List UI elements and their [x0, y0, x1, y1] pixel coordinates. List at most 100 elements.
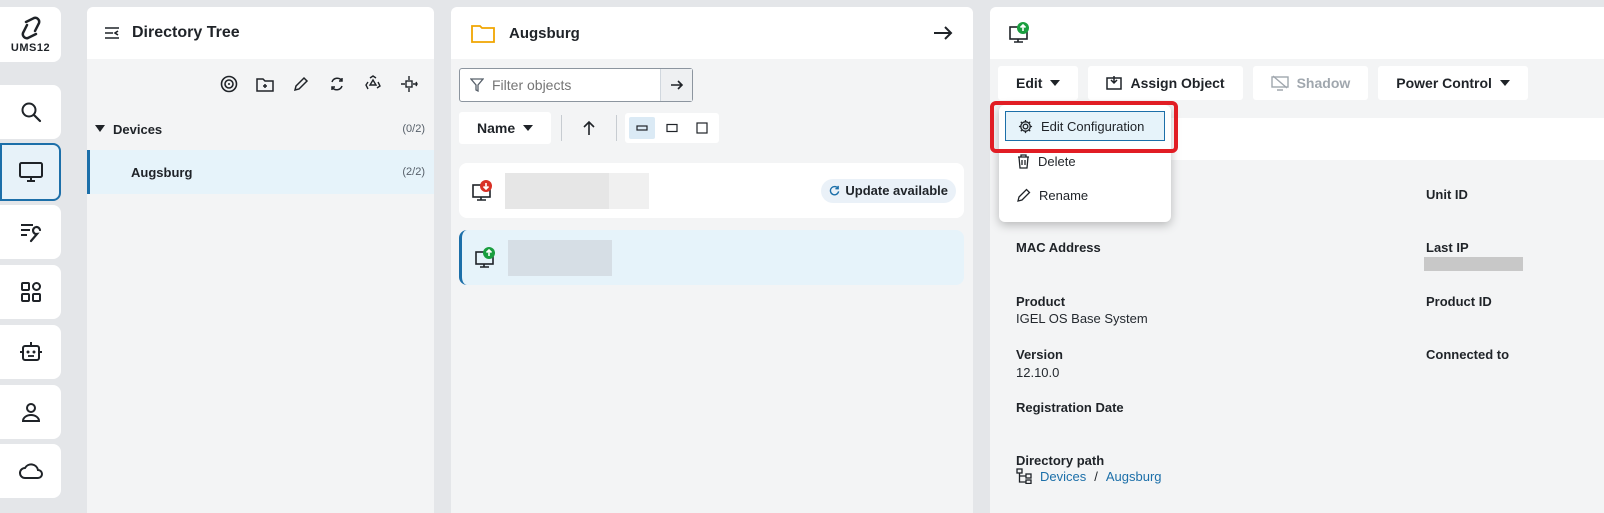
- caret-down-icon[interactable]: [95, 125, 105, 133]
- monitor-icon: [18, 162, 43, 182]
- assign-object-button[interactable]: Assign Object: [1088, 66, 1243, 100]
- view-medium-icon: [666, 123, 678, 133]
- update-available-badge: Update available: [821, 178, 956, 203]
- view-size-toggle: [625, 113, 720, 143]
- recycle-bin-icon[interactable]: [362, 73, 384, 95]
- view-small-button[interactable]: [629, 117, 656, 139]
- unit-id-label: Unit ID: [1426, 187, 1468, 202]
- path-link-augsburg[interactable]: Augsburg: [1106, 469, 1162, 484]
- tree-node-devices[interactable]: Devices (0/2): [87, 107, 434, 151]
- path-separator: /: [1094, 468, 1098, 484]
- nav-cloud[interactable]: [0, 444, 61, 498]
- list-body: Name Update available: [451, 59, 973, 513]
- move-icon[interactable]: [398, 73, 420, 95]
- folder-title: Augsburg: [509, 24, 580, 42]
- tree-node-count: (0/2): [402, 123, 425, 135]
- device-card-selected[interactable]: [459, 230, 964, 285]
- arrow-right-icon: [670, 80, 683, 90]
- registration-date-label: Registration Date: [1016, 400, 1124, 415]
- mac-address-label: MAC Address: [1016, 240, 1101, 255]
- divider: [616, 115, 618, 141]
- nav-devices[interactable]: [0, 143, 61, 201]
- edit-pencil-icon: [1017, 188, 1031, 202]
- menu-item-delete[interactable]: Delete: [1005, 146, 1165, 176]
- user-icon: [21, 403, 40, 422]
- view-medium-button[interactable]: [659, 117, 685, 139]
- trash-icon: [1018, 153, 1029, 169]
- detail-header: [990, 7, 1604, 59]
- directory-path-label: Directory path: [1016, 453, 1105, 468]
- nav-apps[interactable]: [0, 265, 61, 319]
- ums-logo-icon: [21, 16, 40, 39]
- directory-tree-panel: Directory Tree Devices (0/2) Augsburg (2…: [87, 7, 434, 513]
- shadow-label: Shadow: [1296, 75, 1351, 91]
- menu-item-rename[interactable]: Rename: [1005, 180, 1165, 210]
- nav-configuration[interactable]: [0, 205, 61, 259]
- caret-down-icon: [523, 125, 534, 131]
- shadow-icon: [1270, 75, 1289, 91]
- device-update-icon: [472, 179, 492, 201]
- tree-node-label: Devices: [113, 121, 163, 137]
- tree-header: Directory Tree: [87, 7, 434, 59]
- sort-direction-button[interactable]: [570, 112, 608, 144]
- divider: [561, 115, 563, 141]
- folder-icon: [471, 25, 495, 43]
- power-control-button[interactable]: Power Control: [1378, 66, 1528, 100]
- device-detail-panel: Edit Assign Object Shadow Power Control …: [990, 7, 1604, 513]
- redacted-device-detail: [609, 172, 649, 209]
- assign-label: Assign Object: [1130, 75, 1225, 91]
- view-small-icon: [636, 125, 648, 131]
- menu-item-label: Delete: [1038, 153, 1076, 169]
- nav-automation[interactable]: [0, 325, 61, 379]
- device-online-icon: [475, 246, 495, 268]
- edit-label: Edit: [1016, 75, 1043, 91]
- update-refresh-icon: [830, 185, 840, 196]
- badge-label: Update available: [845, 183, 948, 198]
- collapse-panel-icon[interactable]: [104, 26, 120, 40]
- view-large-button[interactable]: [689, 117, 715, 139]
- sort-field-button[interactable]: Name: [459, 112, 552, 144]
- sort-toolbar: Name: [459, 112, 720, 144]
- assign-object-icon: [1106, 76, 1123, 90]
- edit-menu-button[interactable]: Edit: [998, 66, 1079, 100]
- product-label: Product: [1016, 294, 1066, 309]
- detail-action-bar: Edit Assign Object Shadow Power Control: [998, 66, 1528, 100]
- device-online-icon: [1009, 22, 1029, 43]
- logo-text: UMS12: [10, 41, 51, 54]
- last-ip-label: Last IP: [1426, 240, 1469, 255]
- product-id-label: Product ID: [1426, 294, 1492, 309]
- filter-submit-button[interactable]: [660, 69, 692, 101]
- edit-pencil-icon[interactable]: [290, 73, 312, 95]
- filter-box: [459, 68, 693, 102]
- nav-search[interactable]: [0, 85, 61, 139]
- app-logo: UMS12: [0, 7, 61, 62]
- list-header: Augsburg: [451, 7, 973, 59]
- redacted-device-name: [505, 172, 609, 209]
- nav-users[interactable]: [0, 385, 61, 439]
- gear-icon: [1018, 119, 1033, 133]
- product-value: IGEL OS Base System: [1016, 311, 1148, 326]
- apps-grid-icon: [20, 282, 41, 302]
- redacted-device-name: [508, 239, 612, 276]
- navigation-rail: UMS12: [0, 7, 68, 513]
- search-icon: [21, 102, 41, 123]
- new-folder-icon[interactable]: [254, 73, 276, 95]
- caret-down-icon: [1499, 80, 1510, 86]
- version-value: 12.10.0: [1016, 365, 1060, 380]
- tree-node-augsburg[interactable]: Augsburg (2/2): [87, 150, 434, 194]
- filter-input[interactable]: [492, 77, 652, 93]
- tree-toolbar: [218, 73, 420, 95]
- target-icon[interactable]: [218, 73, 240, 95]
- view-large-icon: [696, 122, 708, 134]
- configuration-wrench-icon: [20, 224, 41, 243]
- device-card[interactable]: Update available: [459, 163, 964, 218]
- path-link-devices[interactable]: Devices: [1040, 469, 1086, 484]
- redacted-last-ip: [1424, 257, 1523, 271]
- tree-body: Devices (0/2) Augsburg (2/2): [87, 59, 434, 513]
- shadow-button[interactable]: Shadow: [1252, 66, 1369, 100]
- caret-down-icon: [1050, 80, 1061, 86]
- menu-item-edit-configuration[interactable]: Edit Configuration: [1005, 111, 1165, 141]
- arrow-right-icon[interactable]: [933, 25, 953, 41]
- menu-item-label: Edit Configuration: [1041, 118, 1145, 134]
- refresh-icon[interactable]: [326, 73, 348, 95]
